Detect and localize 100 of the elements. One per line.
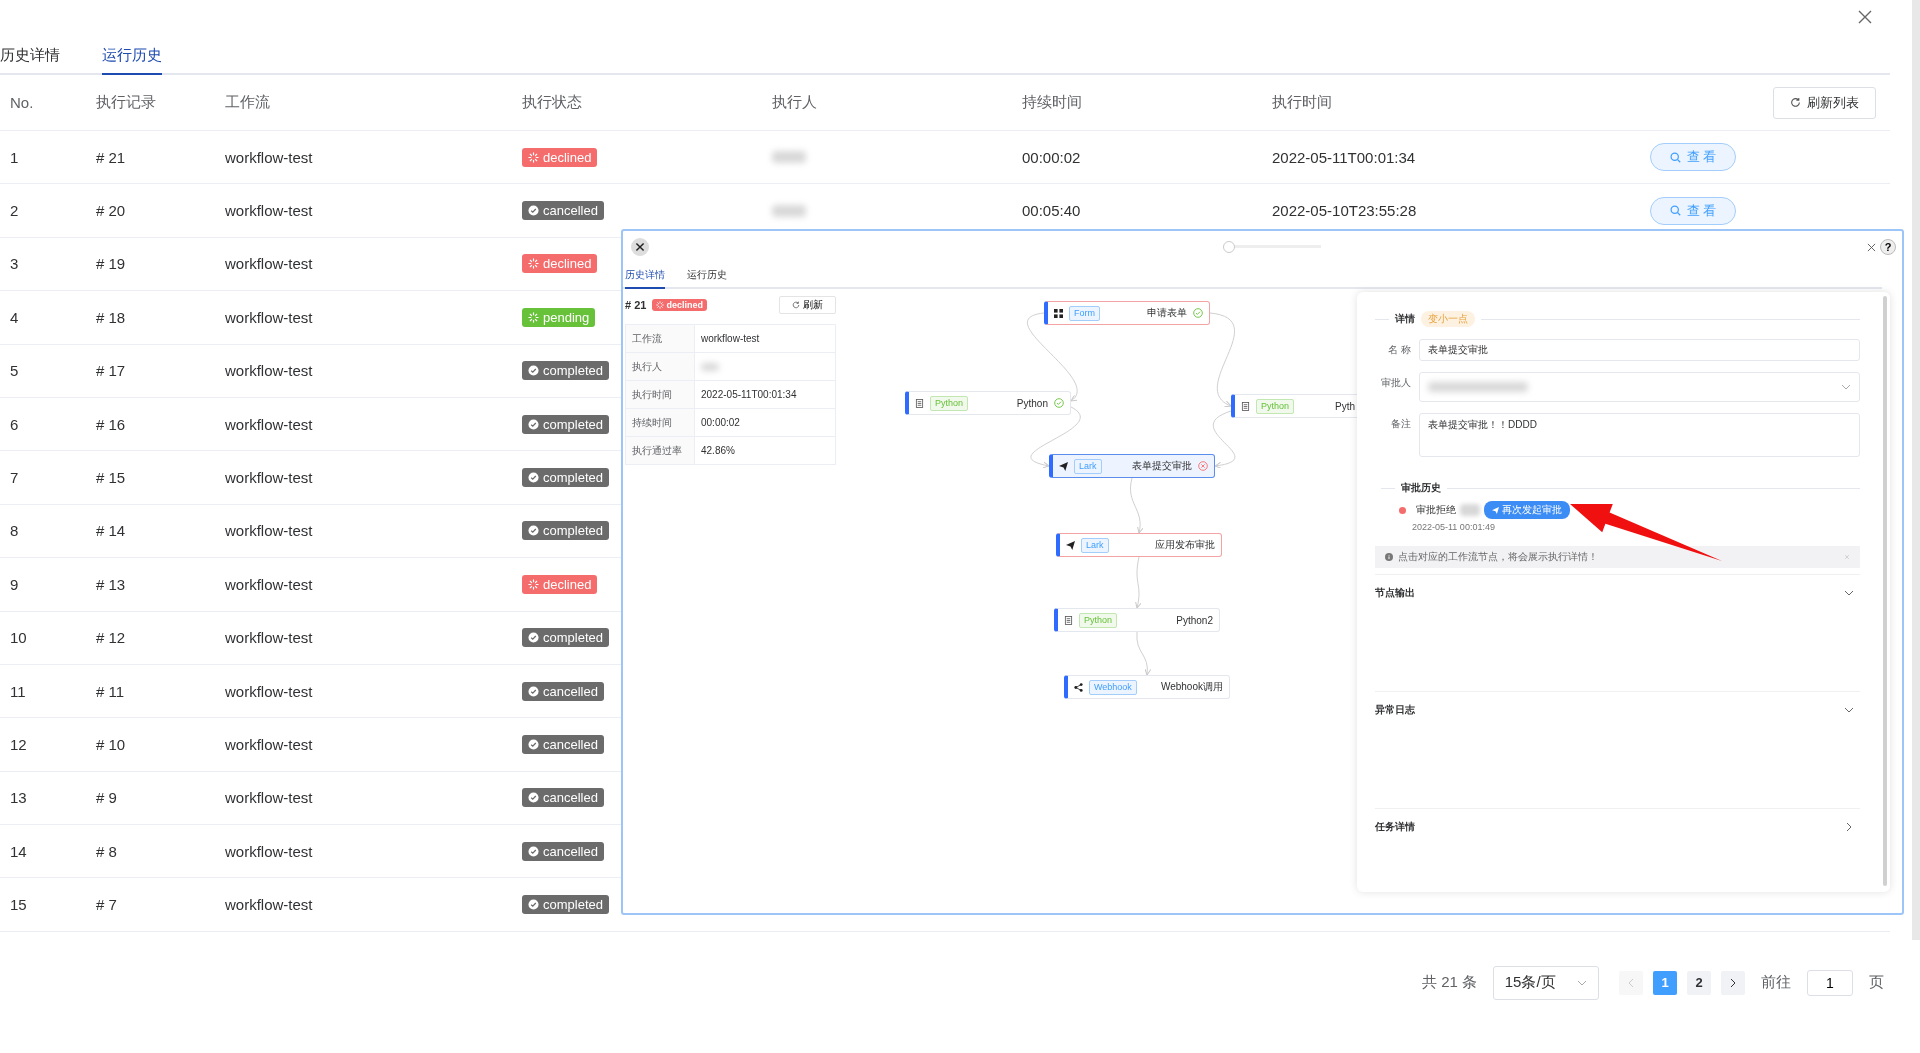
tab[interactable]: 运行历史 xyxy=(102,38,162,75)
search-icon xyxy=(1669,205,1681,217)
status-badge: declined xyxy=(652,299,707,311)
chevron-down-icon xyxy=(1841,382,1851,392)
table-cell-text: workflow-test xyxy=(224,629,314,647)
section-title: 详情 xyxy=(1395,312,1415,326)
table-cell-text: # 14 xyxy=(95,522,127,540)
name-field[interactable]: 表单提交审批 xyxy=(1419,339,1860,361)
help-button[interactable]: ? xyxy=(1880,239,1896,255)
workflow-node[interactable]: Lark 表单提交审批 xyxy=(1049,454,1215,478)
table-cell-text: # 20 xyxy=(95,202,127,220)
workflow-node[interactable]: Python Python xyxy=(905,391,1071,415)
node-type-tag: Webhook xyxy=(1089,679,1137,695)
node-name: Webhook调用 xyxy=(1160,680,1223,694)
tab[interactable]: 历史详情 xyxy=(625,268,665,289)
table-cell-text: 8 xyxy=(9,522,20,540)
collapse-section[interactable]: 任务详情 xyxy=(1375,808,1860,849)
close-icon xyxy=(634,241,646,253)
document-icon xyxy=(915,398,924,408)
goto-label: 前往 xyxy=(1761,973,1791,993)
info-label: 执行时间 xyxy=(626,381,695,408)
close-button[interactable] xyxy=(631,238,649,256)
paper-plane-icon xyxy=(1059,461,1068,471)
status-badge: declined xyxy=(522,574,598,594)
workflow-node[interactable]: Python Pyth xyxy=(1231,394,1357,418)
section-title: 任务详情 xyxy=(1375,820,1415,834)
column-header: 执行记录 xyxy=(95,93,157,112)
status-badge: completed xyxy=(522,414,609,434)
approver-select[interactable] xyxy=(1419,372,1860,402)
check-circle-icon xyxy=(528,632,539,644)
info-value: 00:00:02 xyxy=(701,417,740,428)
tab[interactable]: 运行历史 xyxy=(687,268,727,289)
page-suffix: 页 xyxy=(1869,973,1884,993)
status-badge: cancelled xyxy=(522,201,604,221)
table-cell-text: workflow-test xyxy=(224,896,314,914)
refresh-list-button[interactable]: 刷新列表 xyxy=(1773,86,1876,119)
table-cell: 00:05:40 xyxy=(1022,202,1081,220)
node-name: Python xyxy=(1016,397,1048,409)
connector-line xyxy=(1212,410,1236,469)
table-cell-text: 1 xyxy=(9,148,20,166)
check-circle-icon xyxy=(528,525,539,537)
table-cell-text: # 17 xyxy=(95,362,127,380)
page-size-select[interactable]: 15条/页 xyxy=(1493,965,1599,1000)
status-badge: completed xyxy=(522,361,609,381)
status-badge: completed xyxy=(522,521,609,541)
column-header: 执行人 xyxy=(771,93,818,112)
table-cell-text: workflow-test xyxy=(224,415,314,433)
field-label: 审批人 xyxy=(1380,376,1412,390)
workflow-node[interactable]: Python Python2 xyxy=(1054,608,1220,632)
table-cell-text: workflow-test xyxy=(224,148,314,166)
refresh-button[interactable]: 刷新 xyxy=(779,296,836,314)
slider-thumb[interactable] xyxy=(1223,241,1235,253)
check-circle-icon xyxy=(528,365,539,377)
status-badge: completed xyxy=(522,895,609,915)
notes-field[interactable]: 表单提交审批！！DDDD xyxy=(1419,413,1860,457)
field-label: 名 称 xyxy=(1387,343,1412,357)
section-title: 审批历史 xyxy=(1401,481,1441,495)
field-label: 备注 xyxy=(1390,417,1412,431)
close-icon[interactable] xyxy=(1867,242,1876,252)
node-name: 应用发布审批 xyxy=(1155,538,1215,552)
spinner-icon xyxy=(528,151,539,163)
column-header: 工作流 xyxy=(224,93,271,112)
table-cell-text: 11 xyxy=(9,682,27,700)
table-cell-text: 9 xyxy=(9,575,20,593)
table-cell-text: 3 xyxy=(9,255,20,273)
next-page-button[interactable] xyxy=(1721,970,1745,995)
node-name: 申请表单 xyxy=(1147,306,1187,320)
status-badge: declined xyxy=(522,254,598,274)
table-cell-text: 15 xyxy=(9,896,28,914)
paper-plane-icon xyxy=(1066,540,1075,550)
collapse-section[interactable]: 节点输出 xyxy=(1375,574,1860,685)
check-circle-icon xyxy=(528,739,539,750)
table-cell: 00:00:02 xyxy=(1022,148,1081,166)
info-label: 执行人 xyxy=(626,353,695,380)
search-icon xyxy=(1669,151,1681,163)
page-number-field[interactable]: 1 xyxy=(1807,969,1853,996)
close-icon[interactable] xyxy=(1858,10,1872,24)
node-type-tag: Python xyxy=(930,395,969,411)
table-cell-text: # 12 xyxy=(95,629,127,647)
tab[interactable]: 历史详情 xyxy=(0,38,60,75)
table-cell-text: 2 xyxy=(9,202,20,220)
table-cell-text: 12 xyxy=(9,736,28,753)
scrollbar[interactable] xyxy=(1883,296,1887,886)
workflow-node[interactable]: Form 申请表单 xyxy=(1044,301,1210,325)
check-circle-icon xyxy=(528,792,539,804)
table-cell-text: workflow-test xyxy=(224,255,314,273)
check-circle-icon xyxy=(528,205,539,217)
page-button[interactable]: 2 xyxy=(1687,970,1711,995)
table-cell-text: 6 xyxy=(9,415,20,433)
spinner-icon xyxy=(528,578,539,590)
workflow-node[interactable]: Webhook Webhook调用 xyxy=(1064,675,1230,699)
workflow-node[interactable]: Lark 应用发布审批 xyxy=(1056,533,1222,557)
column-header: 执行时间 xyxy=(1271,93,1333,112)
node-type-tag: Lark xyxy=(1074,458,1102,474)
table-cell-text: # 16 xyxy=(95,415,127,433)
table-cell-text: workflow-test xyxy=(224,308,314,326)
table-cell-text: # 21 xyxy=(95,148,127,166)
collapse-section[interactable]: 异常日志 xyxy=(1375,691,1860,802)
paper-plane-icon xyxy=(1492,506,1499,514)
table-cell-text: workflow-test xyxy=(224,682,314,700)
